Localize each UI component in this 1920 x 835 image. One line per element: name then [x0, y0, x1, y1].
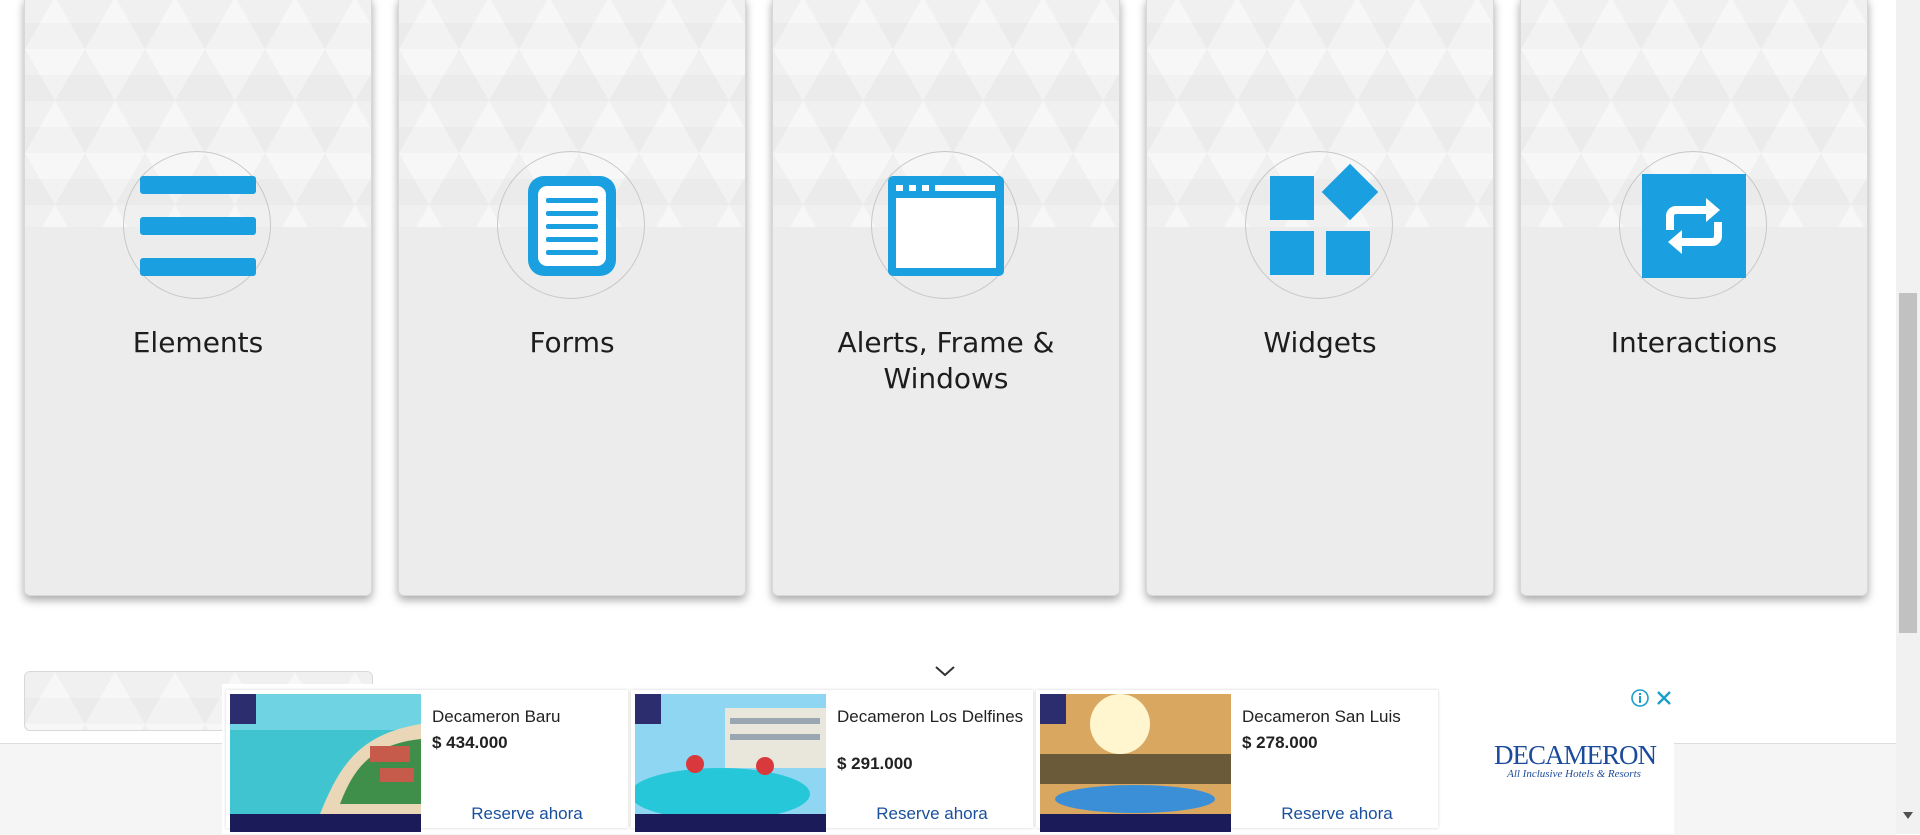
logo-tagline: All Inclusive Hotels & Resorts — [1507, 768, 1641, 780]
card-avatar — [497, 151, 645, 299]
scroll-down-arrow-icon[interactable] — [1903, 812, 1913, 820]
reserve-link[interactable]: Reserve ahora — [432, 804, 622, 824]
swap-arrows-icon — [1642, 174, 1746, 278]
ad-item-name: Decameron Baru — [432, 707, 561, 726]
reserve-link[interactable]: Reserve ahora — [837, 804, 1027, 824]
logo-wordmark: DECAMERON — [1494, 740, 1657, 770]
hotel-photo-icon — [635, 694, 826, 832]
card-avatar — [123, 151, 271, 299]
card-avatar — [871, 151, 1019, 299]
card-title: Widgets — [1263, 326, 1377, 359]
ad-item[interactable]: Decameron San Luis $ 278.000 Reserve aho… — [1036, 690, 1438, 832]
hamburger-menu-icon — [140, 176, 256, 276]
card-title: Interactions — [1610, 326, 1778, 359]
ad-item-price: $ 434.000 — [432, 733, 508, 752]
ad-item-name: Decameron Los Delfines — [837, 707, 1024, 726]
card-title: Alerts, Frame & Windows — [837, 326, 1055, 395]
reserve-link[interactable]: Reserve ahora — [1242, 804, 1432, 824]
vertical-scrollbar[interactable] — [1896, 0, 1920, 834]
ad-photo — [1040, 694, 1231, 832]
ad-banner[interactable]: Decameron Baru $ 434.000 Reserve ahora D… — [222, 684, 1674, 834]
ad-photo — [635, 694, 826, 832]
decameron-logo[interactable]: DECAMERON All Inclusive Hotels & Resorts — [1494, 732, 1657, 792]
card-alerts-frame-windows[interactable]: Alerts, Frame & Windows — [772, 0, 1120, 596]
widgets-icon — [1270, 163, 1379, 275]
card-title: Forms — [529, 326, 615, 359]
hotel-photo-icon — [1040, 694, 1231, 832]
close-icon[interactable] — [1654, 688, 1674, 708]
ad-item-price: $ 291.000 — [837, 754, 913, 773]
ad-item[interactable]: Decameron Baru $ 434.000 Reserve ahora — [226, 690, 628, 832]
chevron-down-icon[interactable] — [934, 664, 956, 678]
card-title: Elements — [132, 326, 264, 359]
document-icon — [528, 176, 616, 276]
card-avatar — [1619, 151, 1767, 299]
scrollbar-thumb[interactable] — [1899, 293, 1917, 633]
card-avatar — [1245, 151, 1393, 299]
hotel-photo-icon — [230, 694, 421, 832]
card-widgets[interactable]: Widgets — [1146, 0, 1494, 596]
card-interactions[interactable]: Interactions — [1520, 0, 1868, 596]
card-forms[interactable]: Forms — [398, 0, 746, 596]
info-icon[interactable] — [1630, 688, 1650, 708]
ad-photo — [230, 694, 421, 832]
card-elements[interactable]: Elements — [24, 0, 372, 596]
ad-item-name: Decameron San Luis — [1242, 707, 1401, 726]
ad-item[interactable]: Decameron Los Delfines $ 291.000 Reserve… — [631, 690, 1033, 832]
browser-window-icon — [888, 176, 1004, 276]
ad-item-price: $ 278.000 — [1242, 733, 1318, 752]
